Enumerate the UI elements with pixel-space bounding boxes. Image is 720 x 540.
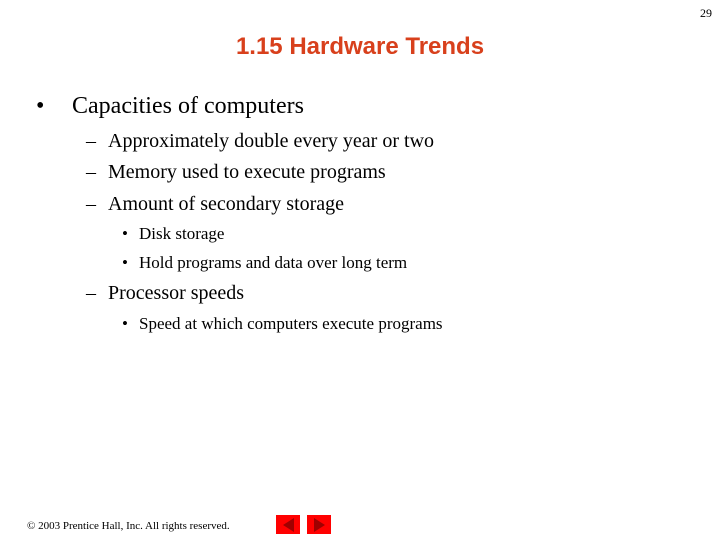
dash-marker: –	[86, 193, 96, 215]
previous-slide-button[interactable]	[276, 515, 300, 534]
bullet-text: Approximately double every year or two	[108, 130, 435, 152]
dash-marker: –	[86, 130, 96, 152]
bullet-text: Amount of secondary storage	[108, 193, 345, 215]
bullet-sub-4: – Processor speeds	[86, 282, 244, 305]
bullet-text: Disk storage	[139, 224, 225, 243]
triangle-left-icon	[282, 517, 294, 532]
copyright-footer: © 2003 Prentice Hall, Inc. All rights re…	[27, 520, 230, 532]
bullet-marker: •	[122, 224, 128, 243]
bullet-sub-2: – Memory used to execute programs	[86, 161, 386, 184]
bullet-main: • Capacities of computers	[36, 93, 304, 120]
bullet-text: Capacities of computers	[72, 93, 304, 119]
bullet-sub-3: – Amount of secondary storage	[86, 193, 344, 216]
dash-marker: –	[86, 161, 96, 183]
bullet-text: Speed at which computers execute program…	[139, 314, 443, 333]
bullet-text: Memory used to execute programs	[108, 161, 386, 183]
bullet-marker: •	[122, 253, 128, 272]
triangle-right-icon	[313, 517, 325, 532]
bullet-marker: •	[36, 93, 45, 119]
bullet-sub-3b: • Hold programs and data over long term	[122, 253, 407, 273]
bullet-marker: •	[122, 314, 128, 333]
page-number: 29	[700, 6, 712, 20]
bullet-text: Hold programs and data over long term	[139, 253, 408, 272]
bullet-sub-4a: • Speed at which computers execute progra…	[122, 314, 443, 334]
next-slide-button[interactable]	[307, 515, 331, 534]
bullet-sub-1: – Approximately double every year or two	[86, 130, 434, 153]
slide-title: 1.15 Hardware Trends	[235, 33, 485, 60]
dash-marker: –	[86, 282, 96, 304]
bullet-sub-3a: • Disk storage	[122, 224, 224, 244]
bullet-text: Processor speeds	[108, 282, 245, 304]
